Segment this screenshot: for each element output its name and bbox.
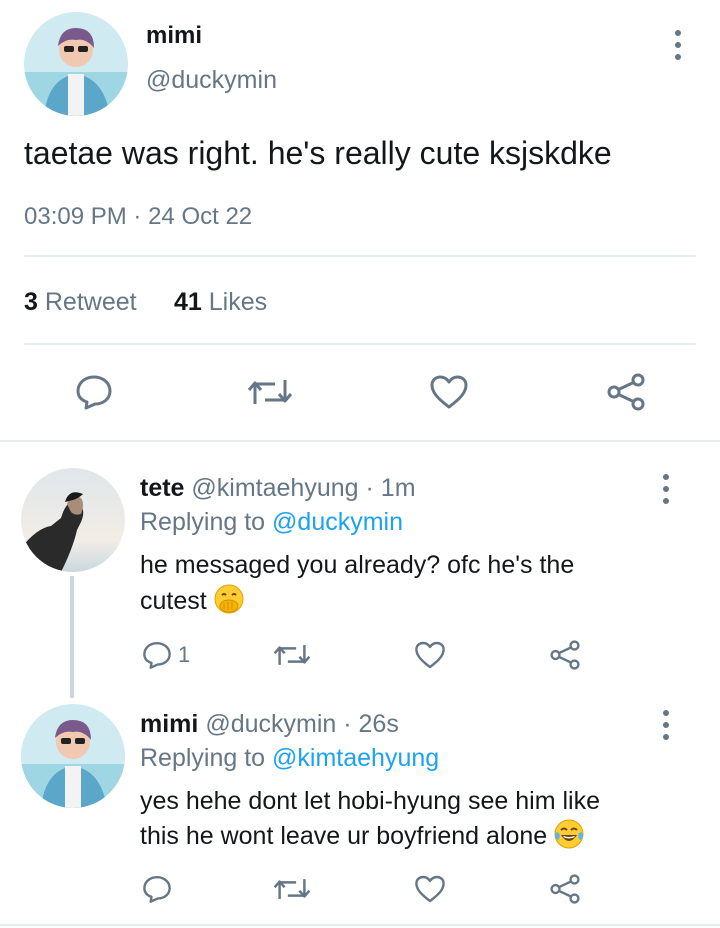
reply-text-line-1: yes hehe dont let hobi-hyung see him lik…	[140, 787, 601, 815]
like-icon[interactable]	[427, 372, 471, 412]
more-options-icon[interactable]	[668, 28, 688, 62]
avatar[interactable]	[24, 12, 128, 116]
replying-to: Replying to @kimtaehyung	[140, 744, 439, 773]
display-name[interactable]: mimi	[140, 710, 198, 738]
avatar[interactable]	[21, 468, 125, 572]
hand-over-mouth-emoji-icon	[213, 583, 245, 622]
tweet-timestamp: 03:09 PM · 24 Oct 22	[24, 203, 252, 231]
replying-label: Replying to	[140, 508, 266, 536]
tears-of-joy-emoji-icon	[553, 818, 585, 857]
divider	[24, 343, 696, 345]
share-icon[interactable]	[547, 638, 583, 672]
reply-icon[interactable]	[140, 638, 174, 672]
replying-to-link[interactable]: @kimtaehyung	[272, 744, 439, 772]
profile-photo	[24, 12, 128, 116]
display-name[interactable]: mimi	[146, 22, 202, 50]
profile-photo	[21, 468, 125, 572]
like-icon[interactable]	[412, 638, 448, 672]
likes-stats[interactable]: 41 Likes	[174, 288, 267, 317]
profile-photo	[21, 704, 125, 808]
retweet-icon[interactable]	[272, 638, 312, 672]
retweet-icon[interactable]	[272, 872, 312, 906]
replying-to: Replying to @duckymin	[140, 508, 403, 537]
avatar[interactable]	[21, 704, 125, 808]
reply-header: tete @kimtaehyung · 1m	[140, 474, 416, 503]
likes-label: Likes	[208, 288, 268, 316]
retweet-icon[interactable]	[246, 372, 294, 412]
reply-text-line-1: he messaged you already? ofc he's the	[140, 551, 575, 579]
reply-time: 26s	[358, 710, 399, 738]
section-divider	[0, 924, 720, 926]
retweet-count: 3	[24, 288, 38, 316]
tweet-time: 03:09 PM	[24, 203, 127, 230]
reply-text: this he wont leave ur boyfriend alone	[140, 822, 548, 851]
share-icon[interactable]	[604, 372, 648, 412]
reply-text: cutest	[140, 587, 207, 616]
separator-dot: ·	[365, 474, 374, 502]
tweet-text: taetae was right. he's really cute ksjsk…	[24, 135, 612, 171]
likes-count: 41	[174, 288, 202, 316]
share-icon[interactable]	[547, 872, 583, 906]
replying-label: Replying to	[140, 744, 266, 772]
more-options-icon[interactable]	[656, 708, 676, 742]
retweet-label: Retweet	[44, 288, 137, 316]
section-divider	[0, 440, 720, 442]
reply-icon[interactable]	[72, 372, 116, 412]
display-name[interactable]: tete	[140, 474, 184, 502]
reply-count: 1	[178, 642, 191, 667]
divider	[24, 255, 696, 257]
separator-dot: ·	[133, 203, 142, 230]
retweet-stats[interactable]: 3 Retweet	[24, 288, 137, 317]
reply-icon[interactable]	[140, 872, 174, 906]
more-options-icon[interactable]	[656, 472, 676, 506]
separator-dot: ·	[343, 710, 352, 738]
user-handle[interactable]: @duckymin	[146, 66, 277, 95]
reply-time: 1m	[380, 474, 416, 502]
user-handle[interactable]: @kimtaehyung	[191, 474, 358, 502]
reply-text-line-2: cutest	[140, 583, 245, 622]
thread-line	[70, 576, 74, 698]
like-icon[interactable]	[412, 872, 448, 906]
user-handle[interactable]: @duckymin	[205, 710, 336, 738]
tweet-date: 24 Oct 22	[148, 203, 253, 230]
reply-text-line-2: this he wont leave ur boyfriend alone	[140, 818, 585, 857]
replying-to-link[interactable]: @duckymin	[272, 508, 403, 536]
reply-header: mimi @duckymin · 26s	[140, 710, 399, 739]
